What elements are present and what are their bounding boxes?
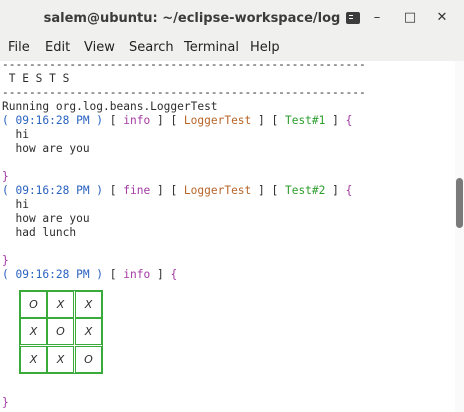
minimize-button[interactable]: – [368, 9, 386, 27]
log-message-line: how are you [2, 142, 90, 155]
open-brace: { [345, 114, 353, 127]
log-header-1: ( 09:16:28 PM ) [ info ] [ LoggerTest ] … [2, 114, 353, 127]
menu-terminal[interactable]: Terminal [184, 40, 239, 55]
menu-bar: File Edit View Search Terminal Help [0, 36, 464, 61]
tests-header: T E S T S [2, 72, 70, 85]
board-cell: X [75, 291, 102, 318]
log-class: LoggerTest [183, 184, 252, 197]
log-class: LoggerTest [183, 114, 252, 127]
open-brace: { [170, 268, 178, 281]
separator-line: ----------------------------------------… [2, 61, 366, 71]
log-level: info [123, 114, 151, 127]
log-level: fine [123, 184, 151, 197]
log-level: info [123, 268, 151, 281]
menu-help[interactable]: Help [250, 40, 280, 55]
log-message-line: hi [2, 128, 29, 141]
log-header-2: ( 09:16:28 PM ) [ fine ] [ LoggerTest ] … [2, 184, 353, 197]
board-cell: X [20, 318, 47, 345]
board-cell: X [47, 291, 74, 318]
log-time: ( 09:16:28 PM ) [2, 184, 104, 197]
menu-edit[interactable]: Edit [45, 40, 70, 55]
maximize-button[interactable]: □ [401, 9, 419, 27]
separator-line: ----------------------------------------… [2, 86, 366, 99]
open-brace: { [345, 184, 353, 197]
log-time: ( 09:16:28 PM ) [2, 114, 104, 127]
scrollbar-thumb[interactable] [456, 178, 463, 228]
close-brace: } [2, 396, 9, 409]
log-test: Test#1 [284, 114, 326, 127]
menu-view[interactable]: View [84, 40, 115, 55]
board-cell: O [75, 346, 102, 373]
menu-search[interactable]: Search [129, 40, 174, 55]
log-message-line: how are you [2, 212, 90, 225]
log-message-line: had lunch [2, 226, 77, 239]
log-test: Test#2 [284, 184, 326, 197]
board-cell: O [20, 291, 47, 318]
terminal-icon [346, 12, 361, 24]
window-title: salem@ubuntu: ~/eclipse-workspace/log [0, 0, 464, 36]
board-cell: X [47, 346, 74, 373]
window-title-text: salem@ubuntu: ~/eclipse-workspace/log [43, 10, 341, 26]
tic-tac-toe-board: O X X X O X X X O [19, 290, 103, 374]
menu-file[interactable]: File [8, 40, 30, 55]
board-cell: X [75, 318, 102, 345]
running-line: Running org.log.beans.LoggerTest [2, 100, 218, 113]
scrollbar-track[interactable] [455, 61, 464, 412]
close-brace: } [2, 170, 9, 183]
log-message-line: hi [2, 198, 29, 211]
board-cell: O [47, 318, 74, 345]
log-header-3: ( 09:16:28 PM ) [ info ] { [2, 268, 178, 281]
board-cell: X [20, 346, 47, 373]
log-time: ( 09:16:28 PM ) [2, 268, 104, 281]
close-brace: } [2, 254, 9, 267]
close-button[interactable]: ✕ [433, 9, 451, 27]
